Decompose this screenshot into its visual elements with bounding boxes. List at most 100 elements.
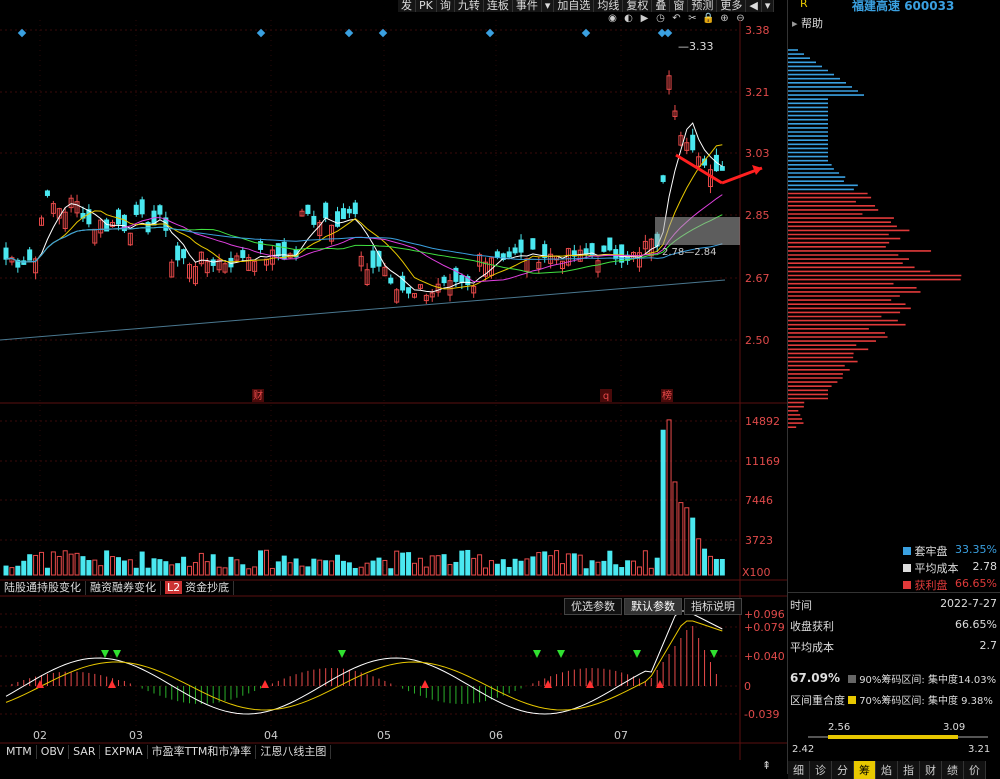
event-marker[interactable] — [17, 28, 27, 38]
concentration-pct: 67.09% — [790, 671, 840, 685]
range-70: 70%筹码区间: 集中度 9.38% — [848, 692, 993, 707]
right-tab[interactable]: 筹 — [854, 761, 876, 779]
volume-bar — [719, 558, 725, 576]
right-tab[interactable]: 分 — [832, 761, 854, 779]
moving-average-line — [5, 122, 723, 293]
help-icon: ▸ — [792, 17, 798, 30]
long-ma-line — [0, 279, 726, 341]
volume-bar — [631, 560, 637, 576]
event-marker[interactable] — [485, 28, 495, 38]
param-buttons: 优选参数 默认参数 指标说明 — [564, 598, 742, 615]
tab-margin-trading[interactable]: 融资融券变化 — [86, 581, 161, 595]
right-tab[interactable]: 价 — [964, 761, 986, 779]
volume-bar — [364, 562, 370, 576]
help-link[interactable]: ▸ 帮助 — [792, 15, 823, 31]
right-tab[interactable]: 细 — [788, 761, 810, 779]
volume-bar — [707, 555, 713, 576]
right-tab[interactable]: 绩 — [942, 761, 964, 779]
candle-body — [619, 244, 625, 263]
candle-body — [115, 209, 121, 225]
volume-bar — [690, 517, 696, 576]
indicator-help-button[interactable]: 指标说明 — [684, 598, 742, 615]
right-tab[interactable]: 指 — [898, 761, 920, 779]
volume-bar — [151, 558, 157, 576]
tab-mtm[interactable]: MTM — [2, 745, 37, 759]
high-price-label: —3.33 — [678, 40, 714, 53]
volume-bar — [666, 419, 672, 576]
candle-body — [311, 215, 317, 225]
optimal-params-button[interactable]: 优选参数 — [564, 598, 622, 615]
candle-body — [210, 259, 216, 266]
volume-bar — [281, 555, 287, 576]
event-badge[interactable]: q — [603, 391, 609, 402]
default-params-button[interactable]: 默认参数 — [624, 598, 682, 615]
tab-pe-pb[interactable]: 市盈率TTM和市净率 — [148, 745, 257, 759]
volume-bar — [240, 564, 246, 576]
volume-bar — [317, 559, 323, 576]
highlight-range-box — [655, 217, 740, 245]
avg-cost-value: 2.7 — [979, 639, 998, 652]
moving-average-line — [5, 144, 723, 290]
price-axis-label: 2.50 — [745, 334, 770, 347]
candle-body — [175, 245, 181, 261]
tab-fund-bottom[interactable]: L2 资金抄底 — [161, 581, 235, 595]
tab-gann[interactable]: 江恩八线主图 — [256, 745, 332, 759]
volume-bar — [477, 554, 483, 576]
macd-axis-label: -0.039 — [744, 708, 779, 721]
volume-bar — [329, 560, 335, 576]
tab-hk-holdings[interactable]: 陆股通持股变化 — [0, 581, 86, 595]
volume-bar — [181, 556, 187, 576]
volume-bar — [275, 561, 281, 576]
volume-bar — [352, 567, 358, 576]
volume-bar — [68, 553, 74, 576]
price-axis-label: 3.21 — [745, 86, 770, 99]
chip-histogram — [788, 49, 962, 429]
scroll-top-icon[interactable]: ⇞ — [762, 759, 771, 772]
legend-swatch — [848, 675, 856, 683]
volume-bar — [228, 556, 234, 576]
candle-body — [133, 204, 139, 215]
volume-bar — [258, 550, 264, 576]
candle-body — [44, 190, 50, 196]
moving-average-line — [5, 194, 723, 283]
sell-signal-icon — [113, 650, 121, 658]
legend-swatch — [903, 547, 911, 555]
volume-bar — [453, 561, 459, 576]
buy-signal-icon — [421, 680, 429, 688]
moving-average-line — [5, 214, 723, 274]
event-badge[interactable]: 财 — [253, 389, 263, 402]
tab-sar[interactable]: SAR — [69, 745, 101, 759]
volume-bar — [27, 554, 33, 576]
event-marker[interactable] — [256, 28, 266, 38]
volume-bar — [488, 560, 494, 576]
event-badge[interactable]: 榜 — [662, 389, 672, 402]
kline-chart[interactable]: 3.38 3.21 3.03 2.85 2.67 2.50 14892 11169 7446 37… — [0, 0, 787, 774]
volume-bar — [305, 566, 311, 576]
tab-expma[interactable]: EXPMA — [100, 745, 148, 759]
volume-bar — [619, 567, 625, 576]
right-tab[interactable]: 财 — [920, 761, 942, 779]
volume-bar — [210, 554, 216, 576]
volume-bar — [169, 564, 175, 576]
profit-value: 66.65% — [955, 618, 997, 631]
volume-bar — [80, 556, 86, 576]
volume-bar — [15, 565, 21, 576]
legend-profit: 获利盘 — [903, 577, 948, 593]
right-tab[interactable]: 诊 — [810, 761, 832, 779]
volume-bars — [3, 419, 725, 576]
volume-bar — [400, 552, 406, 576]
legend-swatch — [903, 564, 911, 572]
tab-obv[interactable]: OBV — [37, 745, 70, 759]
event-marker[interactable] — [581, 28, 591, 38]
overlap-label: 区间重合度 — [790, 694, 845, 707]
candle-body — [335, 211, 341, 227]
volume-bar — [423, 566, 429, 576]
volume-bar — [204, 561, 210, 576]
right-tab[interactable]: 焰 — [876, 761, 898, 779]
volume-bar — [33, 554, 39, 576]
candle-body — [352, 202, 358, 215]
volume-bar — [370, 560, 376, 576]
profit-label: 收盘获利 — [790, 620, 834, 633]
volume-bar — [696, 538, 702, 576]
candle-body — [719, 166, 725, 171]
